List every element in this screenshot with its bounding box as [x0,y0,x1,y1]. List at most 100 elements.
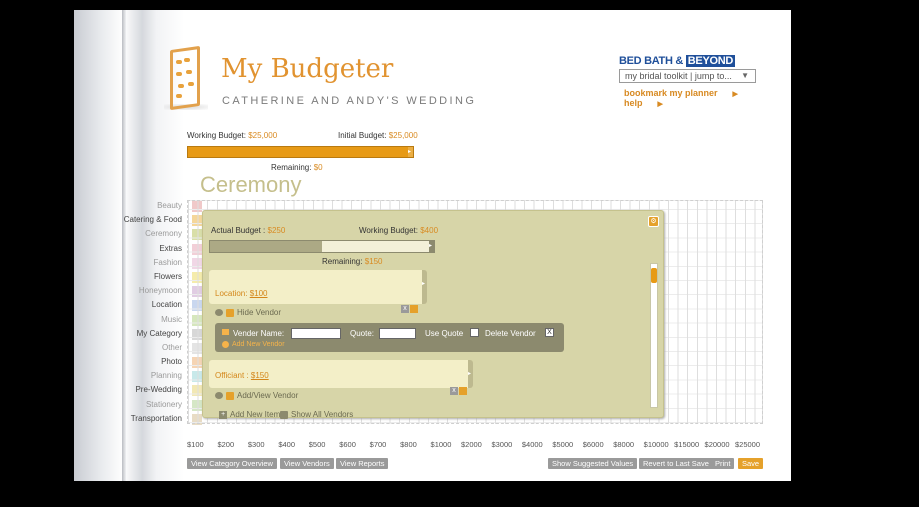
add-vendor-button[interactable]: Add New Vendor [222,341,285,348]
panel-remaining: Remaining: $150 [322,257,383,266]
gear-icon[interactable]: ⚙ [648,216,659,227]
axis-tick-label: $4000 [521,440,543,449]
show-vendors-label: Show All Vendors [291,410,354,419]
category-title: Ceremony [200,172,302,197]
category-label: Flowers [153,271,182,281]
item-officiant-label: Officiant : $150 [215,371,269,380]
panel-remaining-label: Remaining: [322,257,363,266]
initial-budget: Initial Budget: $25,000 [338,131,418,140]
vendor-name-input[interactable] [291,328,341,339]
user-icon [226,308,234,317]
category-label: Extras [159,243,182,253]
axis-tick-label: $15000 [674,440,700,449]
axis-tick-label: $400 [278,440,296,449]
axis-tick-label: $600 [339,440,356,449]
category-label: Location [151,300,182,310]
panel-working-label: Working Budget: [359,226,418,235]
category-label: Honeymoon [138,286,182,296]
total-budget-bar: ▸ [187,146,414,158]
scrollbar-thumb[interactable] [651,268,657,283]
budget-axis: $100 $200 $300 $400 $500 $600 $700 $800 $1000 $20… [187,440,763,450]
eye-icon [215,392,223,399]
category-label: Planning [150,371,182,381]
show-suggested-values-button[interactable]: Show Suggested Values [548,458,638,469]
help-link[interactable]: help ▶ [624,98,675,108]
lock-icon[interactable] [410,305,418,313]
item-officiant-value[interactable]: $150 [251,371,269,380]
category-label: Stationery [145,399,182,409]
add-view-vendor-toggle[interactable]: Add/View Vendor [215,391,298,400]
hide-vendor-toggle[interactable]: Hide Vendor [215,308,281,317]
brand-logo[interactable]: BED BATH & BEYOND [619,55,736,67]
initial-budget-label: Initial Budget: [338,131,387,140]
category-label: Beauty [157,201,182,210]
show-vendors-button[interactable]: Show All Vendors [280,410,353,419]
delete-item-icon[interactable]: x [401,305,409,313]
help-link-label: help [624,98,643,108]
remaining-value: $0 [313,163,323,172]
axis-tick-label: $10000 [643,440,669,449]
category-label: Ceremony [145,229,182,239]
brand-name-highlight: BEYOND [685,55,736,67]
quote-input[interactable] [379,328,416,339]
panel-working-budget: Working Budget: $400 [359,226,438,235]
working-budget-value[interactable]: $25,000 [248,131,277,140]
axis-tick-label: $2000 [461,440,482,449]
category-budget-bar: ▸ [209,240,435,253]
category-label: Transportation [130,413,182,423]
chevron-down-icon: ▼ [741,71,749,80]
planner-book: My Budgeter CATHERINE AND ANDY'S WEDDING… [74,10,791,481]
category-label: Catering & Food [123,215,182,225]
delete-vendor-label: Delete Vendor [485,329,536,338]
view-reports-button[interactable]: View Reports [336,458,389,469]
category-label: Music [161,314,182,324]
axis-tick-label: $6000 [582,440,604,449]
panel-scrollbar[interactable] [650,263,658,408]
initial-budget-value: $25,000 [388,131,418,140]
folder-icon [222,329,229,335]
axis-tick-label: $800 [400,440,417,449]
arrow-right-icon: ▶ [657,101,663,108]
item-location-name: Location: [215,289,248,298]
panel-remaining-value: $150 [364,257,383,266]
bookmark-link-label: bookmark my planner [624,88,718,98]
toolkit-dropdown[interactable]: my bridal toolkit | jump to... ▼ [619,69,756,83]
user-icon [280,410,288,419]
axis-tick-label: $500 [308,440,326,449]
eye-icon [215,309,223,316]
working-budget-label: Working Budget: [187,131,246,140]
use-quote-label: Use Quote [425,329,464,338]
category-label: My Category [136,328,182,338]
category-label: Pre-Wedding [135,385,182,395]
view-vendors-button[interactable]: View Vendors [280,458,334,469]
print-button[interactable]: Print [711,458,735,469]
axis-tick-label: $5000 [552,440,574,449]
hide-vendor-label: Hide Vendor [237,308,282,317]
view-category-overview-button[interactable]: View Category Overview [187,458,277,469]
header-links: bookmark my planner ▶ help ▶ [624,88,791,108]
abacus-logo-icon [162,45,208,112]
add-vendor-label: Add New Vendor [232,341,285,348]
vendor-name-label: Vender Name: [233,329,285,338]
add-view-vendor-label: Add/View Vendor [237,391,299,400]
panel-working-value[interactable]: $400 [420,226,438,235]
lock-icon[interactable] [459,387,467,395]
add-item-button[interactable]: + Add New Item [219,410,280,419]
axis-tick-label: $100 [187,440,204,449]
delete-vendor-button[interactable]: X [545,328,554,337]
budget-item-location[interactable]: ▸ [209,270,427,304]
bar-handle[interactable]: ▸ [408,147,413,157]
user-icon [226,391,234,400]
save-button[interactable]: Save [738,458,764,469]
bar-handle[interactable]: ▸ [429,241,434,252]
page-subtitle: CATHERINE AND ANDY'S WEDDING [222,95,477,107]
item-location-value[interactable]: $100 [250,289,268,298]
revert-button[interactable]: Revert to Last Save [639,458,713,469]
category-label: Photo [161,357,182,367]
add-item-label: Add New Item [230,410,281,419]
actual-budget: Actual Budget : $250 [211,226,285,235]
category-label: Fashion [153,257,182,267]
delete-item-icon[interactable]: x [450,387,458,395]
use-quote-checkbox[interactable] [470,328,479,337]
bookmark-link[interactable]: bookmark my planner ▶ [624,88,750,98]
